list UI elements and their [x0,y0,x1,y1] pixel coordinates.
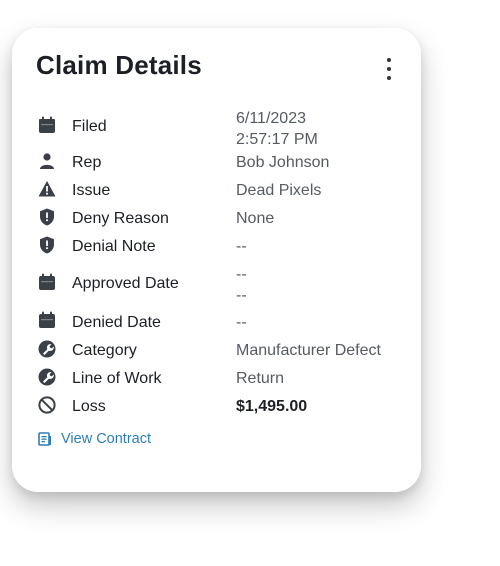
shield-alert-icon [38,236,56,254]
calendar-icon [38,311,56,329]
detail-label: Line of Work [72,370,162,387]
detail-value: Return [236,370,285,387]
detail-label: Loss [72,398,106,415]
detail-label: Rep [72,154,102,171]
detail-label: Deny Reason [72,210,169,227]
view-contract-link[interactable]: View Contract [38,431,151,447]
calendar-icon [38,273,56,291]
shield-alert-icon [38,208,56,226]
calendar-icon [38,116,56,134]
warning-icon [38,180,56,198]
detail-label: Denied Date [72,314,161,331]
detail-label: Issue [72,182,111,199]
wrench-icon [38,340,56,358]
more-vertical-icon[interactable] [382,58,396,80]
detail-value: Dead Pixels [236,182,322,199]
detail-value: -- [236,238,247,255]
card-title: Claim Details [36,50,202,80]
view-contract-label: View Contract [61,431,151,447]
detail-label: Denial Note [72,238,156,255]
person-icon [38,152,56,170]
block-icon [38,396,56,414]
detail-value: Manufacturer Defect [236,342,381,359]
detail-value: 6/11/2023 2:57:17 PM [236,110,318,148]
claim-details-card: Claim Details Filed 6/11/2023 2:57:17 PM… [12,28,421,492]
detail-value: -- -- [236,266,247,304]
document-icon [38,432,51,446]
wrench-icon [38,368,56,386]
detail-label: Filed [72,118,107,135]
detail-value: $1,495.00 [236,398,308,415]
detail-value: Bob Johnson [236,154,330,171]
detail-value: -- [236,314,247,331]
detail-label: Category [72,342,137,359]
detail-value: None [236,210,275,227]
detail-label: Approved Date [72,275,179,292]
